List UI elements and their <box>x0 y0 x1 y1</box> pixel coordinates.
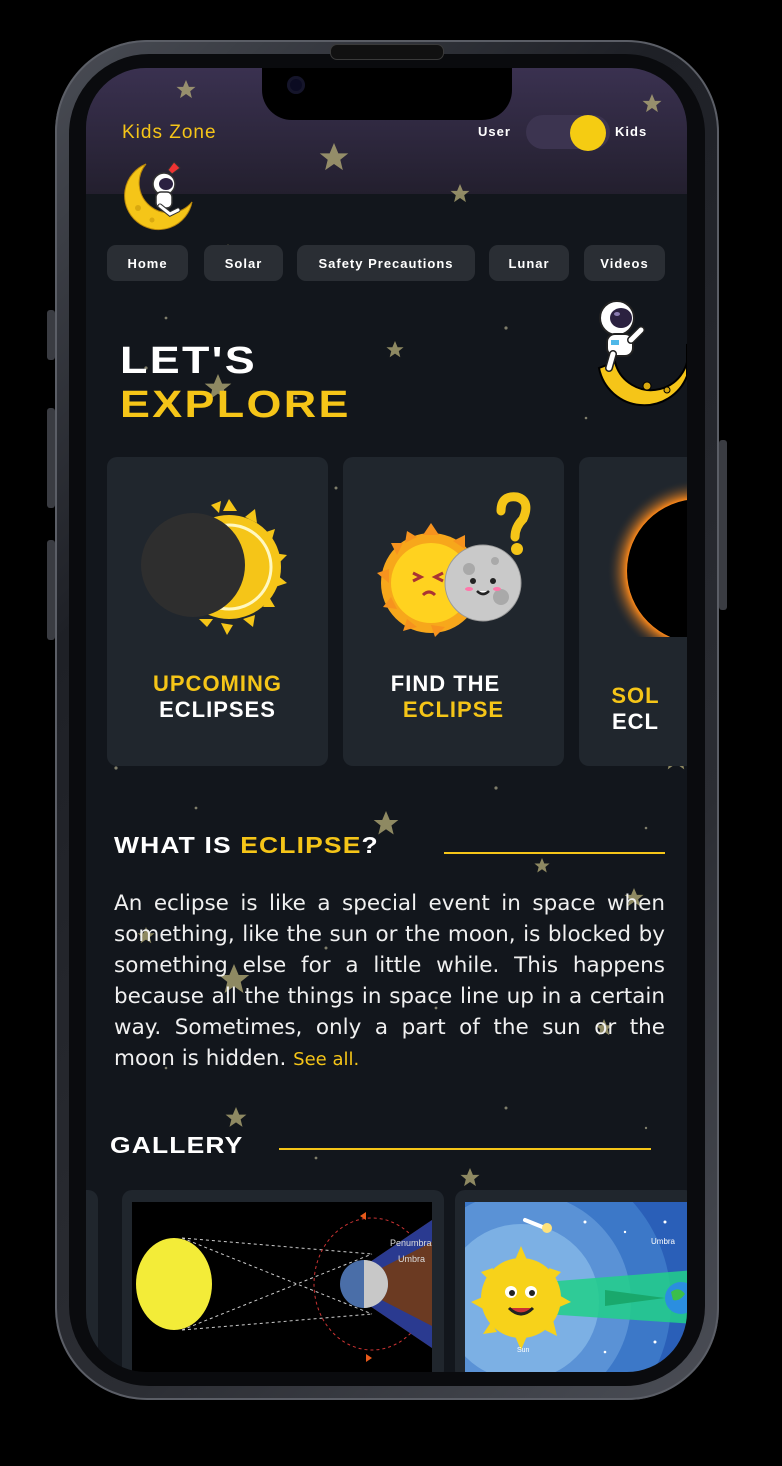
toggle-label-user: User <box>478 124 511 139</box>
eclipse-diagram-image: Penumbra Umbra <box>132 1202 432 1372</box>
toggle-knob <box>570 115 606 151</box>
card-2-line1: FIND THE <box>390 671 501 696</box>
mute-switch <box>47 310 55 360</box>
power-button <box>719 440 727 610</box>
nav-lunar[interactable]: Lunar <box>489 245 569 281</box>
gallery-item-cartoon[interactable]: Umbra Sun <box>455 1190 687 1372</box>
card-1-line2: ECLIPSES <box>159 697 276 722</box>
moon-astronaut-logo-icon[interactable] <box>116 158 196 234</box>
eclipse-description-text: An eclipse is like a special event in sp… <box>114 891 665 1071</box>
gallery-item-partial[interactable] <box>86 1190 98 1372</box>
nav-videos[interactable]: Videos <box>584 245 665 281</box>
penumbra-label: Penumbra <box>390 1238 432 1248</box>
section-divider <box>444 852 665 854</box>
title-prefix: WHAT IS <box>114 832 241 858</box>
nav-home[interactable]: Home <box>107 245 188 281</box>
gallery-divider <box>279 1148 651 1150</box>
partial-eclipse-icon <box>141 499 287 635</box>
sun-and-moon-cartoon-icon <box>377 492 531 637</box>
title-suffix: ? <box>361 832 379 858</box>
app-screen: Kids Zone User Kids Home Solar Safety Pr… <box>86 68 687 1372</box>
see-all-link[interactable]: See all. <box>293 1049 359 1070</box>
brand-title: Kids Zone <box>122 122 217 143</box>
volume-down-button <box>47 540 55 640</box>
card-3-line1: SOL <box>611 683 660 708</box>
card-upcoming-eclipses[interactable]: UPCOMING ECLIPSES <box>107 457 328 766</box>
gallery-title: GALLERY <box>110 1132 244 1158</box>
front-camera-icon <box>287 76 305 94</box>
gallery-item-diagram[interactable]: Penumbra Umbra <box>122 1190 444 1372</box>
umbra-label-2: Umbra <box>651 1237 676 1246</box>
hero-title-line2: EXPLORE <box>120 384 351 426</box>
title-highlight: ECLIPSE <box>240 832 362 858</box>
user-kids-toggle[interactable] <box>526 115 610 151</box>
card-solar-eclipse[interactable]: SOL ECL <box>579 457 687 766</box>
cartoon-sun-earth-image: Umbra Sun <box>465 1202 687 1372</box>
nav-solar[interactable]: Solar <box>204 245 283 281</box>
sun-label: Sun <box>517 1347 530 1354</box>
nav-safety-precautions[interactable]: Safety Precautions <box>297 245 475 281</box>
hero-title-line1: LET'S <box>120 340 258 382</box>
speaker-grille <box>330 44 444 60</box>
umbra-label: Umbra <box>398 1254 425 1264</box>
volume-up-button <box>47 408 55 508</box>
eclipse-description: An eclipse is like a special event in sp… <box>114 888 665 1075</box>
astronaut-on-moon-icon <box>597 300 687 407</box>
what-is-eclipse-title: WHAT IS ECLIPSE? <box>114 832 379 859</box>
toggle-label-kids: Kids <box>615 124 648 139</box>
card-3-line2: ECL <box>612 709 659 734</box>
card-1-line1: UPCOMING <box>153 671 282 696</box>
total-eclipse-icon <box>607 479 687 637</box>
